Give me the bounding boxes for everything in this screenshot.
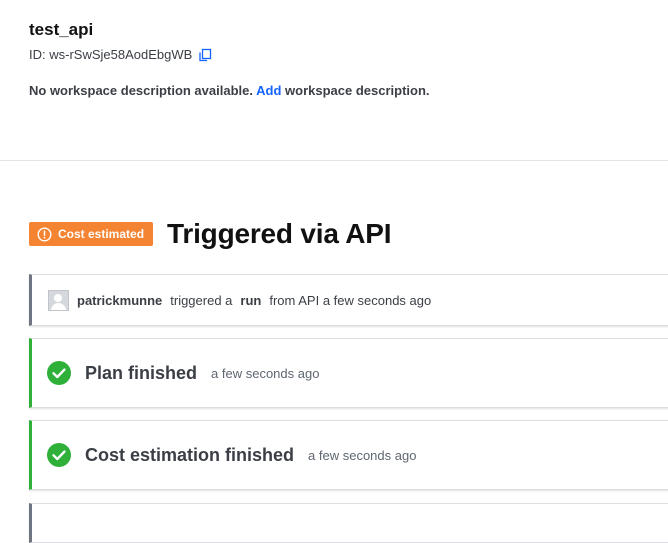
- check-circle-icon: [47, 443, 71, 467]
- workspace-id: ID: ws-rSwSje58AodEbgWB: [29, 47, 212, 62]
- status-badge: Cost estimated: [29, 222, 154, 246]
- status-badge-label: Cost estimated: [58, 227, 145, 241]
- step-title: Plan finished: [85, 362, 198, 383]
- trigger-text-suffix: from API a few seconds ago: [269, 292, 432, 308]
- next-step-card[interactable]: [29, 503, 668, 543]
- workspace-id-text: ID: ws-rSwSje58AodEbgWB: [29, 47, 193, 62]
- run-header: Cost estimated Triggered via API: [29, 218, 392, 250]
- avatar: [48, 289, 69, 311]
- add-description-link[interactable]: Add: [256, 83, 281, 98]
- description-text: No workspace description available.: [29, 83, 253, 98]
- step-title: Cost estimation finished: [85, 444, 295, 465]
- step-time: a few seconds ago: [308, 447, 417, 463]
- copy-icon[interactable]: [198, 48, 212, 62]
- alert-circle-icon: [37, 226, 52, 242]
- trigger-user[interactable]: patrickmunne: [77, 293, 162, 308]
- trigger-run-word: run: [240, 292, 262, 308]
- description-suffix: workspace description.: [285, 83, 430, 98]
- workspace-title: test_api: [29, 20, 94, 39]
- check-circle-icon: [47, 361, 71, 385]
- divider: [0, 160, 668, 161]
- trigger-card: patrickmunne triggered a run from API a …: [29, 274, 668, 326]
- step-time: a few seconds ago: [211, 365, 320, 381]
- workspace-description: No workspace description available. Add …: [29, 83, 430, 98]
- plan-finished-card[interactable]: Plan finished a few seconds ago: [29, 338, 668, 408]
- trigger-text: triggered a: [170, 292, 233, 308]
- cost-estimation-card[interactable]: Cost estimation finished a few seconds a…: [29, 420, 668, 490]
- run-title: Triggered via API: [167, 218, 392, 249]
